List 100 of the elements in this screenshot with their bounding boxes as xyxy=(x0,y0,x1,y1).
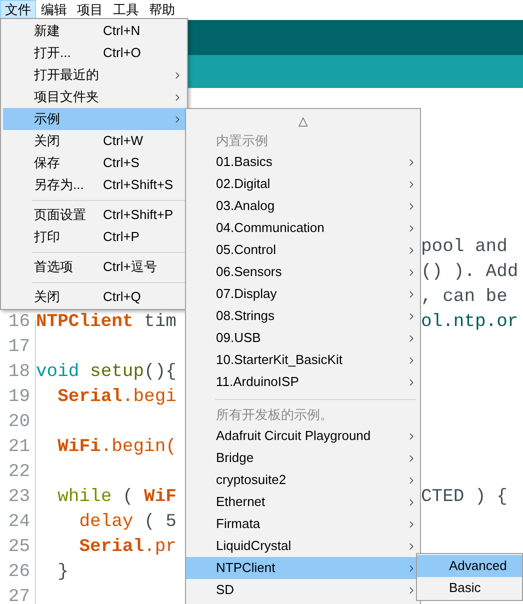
menu-item-label: 保存 xyxy=(34,154,61,172)
menu-bar-item[interactable]: 项目 xyxy=(72,0,108,20)
menu-item[interactable]: 01.Basics xyxy=(186,151,420,173)
menu-item[interactable]: 关闭 Ctrl+Q xyxy=(3,286,185,308)
shortcut-text: Ctrl+W xyxy=(103,132,144,150)
menu-item[interactable]: 保存 Ctrl+S xyxy=(3,152,185,174)
menu-item-label: cryptosuite2 xyxy=(216,471,286,490)
shortcut-text: Ctrl+Q xyxy=(103,288,141,306)
code-text: () ). Add xyxy=(421,261,518,284)
menu-bar-item[interactable]: 帮助 xyxy=(144,0,180,20)
menu-item-label: 02.Digital xyxy=(216,175,270,194)
menu-bar-item[interactable]: 工具 xyxy=(108,0,144,20)
menu-item[interactable]: 项目文件夹 xyxy=(3,86,185,108)
menu-item[interactable]: 10.StarterKit_BasicKit xyxy=(186,349,420,371)
menu-bar-item[interactable]: 文件 xyxy=(0,0,36,20)
line-number: 24 xyxy=(7,511,31,534)
scroll-up-arrow[interactable]: △ xyxy=(298,112,308,130)
menu-item[interactable]: LiquidCrystal xyxy=(186,535,420,557)
code-text: Serial xyxy=(79,536,144,559)
menu-item-label: SD xyxy=(216,581,234,600)
menu-item-label: NTPClient xyxy=(216,559,276,578)
code-text: ( 5 xyxy=(144,511,176,534)
line-number: 21 xyxy=(7,436,31,459)
line-number: 17 xyxy=(7,336,31,359)
menu-item-label: 03.Analog xyxy=(216,197,275,216)
menu-item-label: 07.Display xyxy=(216,285,277,304)
menu-item[interactable]: Firmata xyxy=(186,513,420,535)
menu-item[interactable]: 07.Display xyxy=(186,283,420,305)
code-text: (){ xyxy=(144,361,176,384)
line-number: 27 xyxy=(7,586,31,604)
code-text: CTED ) { xyxy=(421,486,508,509)
section-header: 内置示例 xyxy=(216,132,268,150)
menu-item[interactable]: 新建 Ctrl+N xyxy=(3,20,185,42)
menu-item[interactable]: 04.Communication xyxy=(186,217,420,239)
code-text: , can be xyxy=(421,286,508,309)
menu-item-label: 打开最近的 xyxy=(34,66,100,84)
menu-item-label: 打印 xyxy=(34,228,61,246)
menu-item-label: 页面设置 xyxy=(34,206,87,224)
menu-item-label: LiquidCrystal xyxy=(216,537,292,556)
menu-item[interactable]: 打开... Ctrl+O xyxy=(3,42,185,64)
menu-item-label: 11.ArduinoISP xyxy=(216,373,299,392)
menu-item[interactable]: SD xyxy=(186,579,420,601)
code-text: .pr xyxy=(144,536,176,559)
menu-item[interactable]: Adafruit Circuit Playground xyxy=(186,425,420,447)
menu-item[interactable]: 另存为... Ctrl+Shift+S xyxy=(3,174,185,196)
code-text: setup xyxy=(90,361,144,384)
menu-item[interactable]: 打印 Ctrl+P xyxy=(3,226,185,248)
shortcut-text: Ctrl+P xyxy=(103,228,140,246)
code-text: delay xyxy=(79,511,134,534)
shortcut-text: Ctrl+逗号 xyxy=(103,258,157,276)
menu-item[interactable]: 11.ArduinoISP xyxy=(186,371,420,393)
menu-item-label: Bridge xyxy=(216,449,254,468)
menu-item[interactable]: 03.Analog xyxy=(186,195,420,217)
line-number: 23 xyxy=(7,486,31,509)
shortcut-text: Ctrl+Shift+P xyxy=(103,206,174,224)
menu-item[interactable]: 首选项 Ctrl+逗号 xyxy=(3,256,185,278)
code-text: WiFi xyxy=(58,436,101,459)
menu-item[interactable]: 09.USB xyxy=(186,327,420,349)
menu-item-label: 另存为... xyxy=(34,176,85,194)
menu-item[interactable]: 页面设置 Ctrl+Shift+P xyxy=(3,204,185,226)
line-number: 26 xyxy=(7,561,31,584)
shortcut-text: Ctrl+N xyxy=(103,22,140,40)
menu-item[interactable]: Basic xyxy=(417,577,522,599)
menu-item-label: 10.StarterKit_BasicKit xyxy=(216,351,342,370)
menu-item[interactable]: 关闭 Ctrl+W xyxy=(3,130,185,152)
menu-item-label: 09.USB xyxy=(216,329,261,348)
line-number: 20 xyxy=(7,411,31,434)
section-header: 所有开发板的示例。 xyxy=(216,406,333,424)
code-text: tim xyxy=(144,311,176,334)
menu-item-label: 打开... xyxy=(34,44,72,62)
menu-item[interactable]: 05.Control xyxy=(186,239,420,261)
code-text: } xyxy=(58,561,68,584)
menu-item-label: 06.Sensors xyxy=(216,263,282,282)
menu-item-label: 首选项 xyxy=(34,258,74,276)
line-number: 19 xyxy=(7,386,31,409)
menu-item[interactable]: Advanced xyxy=(417,555,522,577)
menu-item[interactable]: 06.Sensors xyxy=(186,261,420,283)
menu-item-label: Ethernet xyxy=(216,493,266,512)
code-text: pool and xyxy=(421,236,508,259)
menu-item[interactable]: Ethernet xyxy=(186,491,420,513)
code-text: .begin( xyxy=(100,436,176,459)
code-text: NTPClient xyxy=(36,311,134,334)
menu-item-label: 04.Communication xyxy=(216,219,324,238)
menu-item[interactable]: 打开最近的 xyxy=(3,64,185,86)
code-text: WiF xyxy=(144,486,176,509)
menu-item[interactable]: cryptosuite2 xyxy=(186,469,420,491)
menu-item-label: 05.Control xyxy=(216,241,276,260)
code-text: ( xyxy=(122,486,134,509)
menu-item-label: 01.Basics xyxy=(216,153,272,172)
line-number: 25 xyxy=(7,536,31,559)
menu-item[interactable]: Bridge xyxy=(186,447,420,469)
menu-item-label: Firmata xyxy=(216,515,260,534)
menu-item-label: 示例 xyxy=(34,110,61,128)
menu-item[interactable]: 08.Strings xyxy=(186,305,420,327)
menu-item[interactable]: 示例 xyxy=(3,108,185,130)
line-number: 16 xyxy=(7,311,31,334)
shortcut-text: Ctrl+S xyxy=(103,154,140,172)
menu-bar-item[interactable]: 编辑 xyxy=(36,0,72,20)
code-text: .begi xyxy=(122,386,176,409)
menu-item[interactable]: 02.Digital xyxy=(186,173,420,195)
